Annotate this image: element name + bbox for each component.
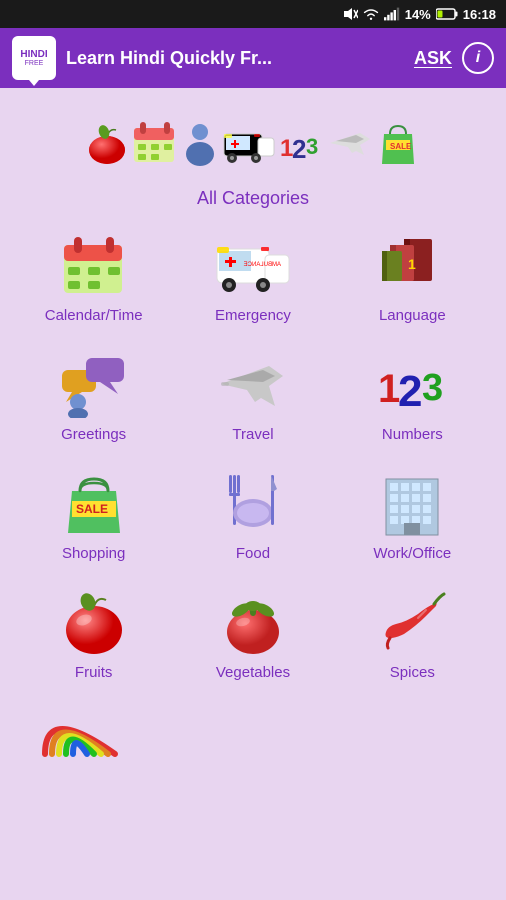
all-categories-label: All Categories xyxy=(10,188,496,209)
category-calendar-time[interactable]: Calendar/Time xyxy=(14,219,173,338)
category-vegetables[interactable]: Vegetables xyxy=(173,576,332,695)
greetings-label: Greetings xyxy=(61,426,126,443)
app-header: HINDI FREE Learn Hindi Quickly Fr... ASK… xyxy=(0,28,506,88)
category-shopping[interactable]: SALE Shopping xyxy=(14,457,173,576)
status-bar: 14% 16:18 xyxy=(0,0,506,28)
travel-icon xyxy=(217,348,289,420)
main-content: 1 2 3 SALE All Categories xyxy=(0,88,506,775)
shopping-icon: SALE xyxy=(58,467,130,539)
clock: 16:18 xyxy=(463,7,496,22)
bottom-partial-category[interactable] xyxy=(10,695,496,765)
banner-bag-icon: SALE xyxy=(376,118,420,168)
food-label: Food xyxy=(236,545,270,562)
svg-text:SALE: SALE xyxy=(76,502,108,516)
greetings-icon xyxy=(58,348,130,420)
svg-text:1: 1 xyxy=(408,256,416,272)
logo-triangle xyxy=(29,80,39,86)
fruits-label: Fruits xyxy=(75,664,113,681)
category-emergency[interactable]: AMBULANCE Emergency xyxy=(173,219,332,338)
category-spices[interactable]: Spices xyxy=(333,576,492,695)
svg-text:1: 1 xyxy=(378,367,400,411)
banner-airplane-icon xyxy=(328,125,372,161)
numbers-icon: 1 2 3 xyxy=(376,348,448,420)
vegetables-label: Vegetables xyxy=(216,664,290,681)
app-logo: HINDI FREE xyxy=(12,36,56,80)
svg-text:SALE: SALE xyxy=(390,142,412,151)
battery-icon xyxy=(436,8,458,20)
category-travel[interactable]: Travel xyxy=(173,338,332,457)
info-button[interactable]: i xyxy=(462,42,494,74)
language-label: Language xyxy=(379,307,446,324)
colors-icon xyxy=(40,699,120,759)
mute-icon xyxy=(342,7,358,21)
status-icons: 14% 16:18 xyxy=(342,7,496,22)
ask-button[interactable]: ASK xyxy=(414,48,452,69)
calendar-time-label: Calendar/Time xyxy=(45,307,143,324)
banner-area: 1 2 3 SALE xyxy=(10,98,496,188)
emergency-icon: AMBULANCE xyxy=(213,229,293,301)
spices-icon xyxy=(376,586,448,658)
fruits-icon xyxy=(58,586,130,658)
food-icon xyxy=(217,467,289,539)
language-icon: 1 xyxy=(376,229,448,301)
calendar-time-icon xyxy=(58,229,130,301)
banner-apple-icon xyxy=(86,120,128,166)
svg-text:AMBULANCE: AMBULANCE xyxy=(244,262,281,268)
emergency-label: Emergency xyxy=(215,307,291,324)
signal-icon xyxy=(384,7,400,21)
work-office-label: Work/Office xyxy=(373,545,451,562)
work-office-icon xyxy=(376,467,448,539)
travel-label: Travel xyxy=(232,426,273,443)
svg-text:3: 3 xyxy=(422,367,443,409)
battery-percent: 14% xyxy=(405,7,431,22)
category-greetings[interactable]: Greetings xyxy=(14,338,173,457)
category-food[interactable]: Food xyxy=(173,457,332,576)
shopping-label: Shopping xyxy=(62,545,125,562)
svg-text:3: 3 xyxy=(306,134,318,159)
svg-text:2: 2 xyxy=(398,367,422,416)
app-title: Learn Hindi Quickly Fr... xyxy=(66,48,404,69)
banner-calendar-icon xyxy=(132,120,178,166)
category-language[interactable]: 1 Language xyxy=(333,219,492,338)
svg-text:2: 2 xyxy=(292,134,306,164)
spices-label: Spices xyxy=(390,664,435,681)
banner-ambulance-icon xyxy=(222,122,276,164)
wifi-icon xyxy=(363,7,379,21)
vegetables-icon xyxy=(217,586,289,658)
banner-numbers-icon: 1 2 3 xyxy=(280,120,324,166)
banner-person-icon xyxy=(182,120,218,166)
category-fruits[interactable]: Fruits xyxy=(14,576,173,695)
categories-grid: Calendar/Time AMBULANCE xyxy=(10,219,496,695)
category-numbers[interactable]: 1 2 3 Numbers xyxy=(333,338,492,457)
category-work-office[interactable]: Work/Office xyxy=(333,457,492,576)
numbers-label: Numbers xyxy=(382,426,443,443)
